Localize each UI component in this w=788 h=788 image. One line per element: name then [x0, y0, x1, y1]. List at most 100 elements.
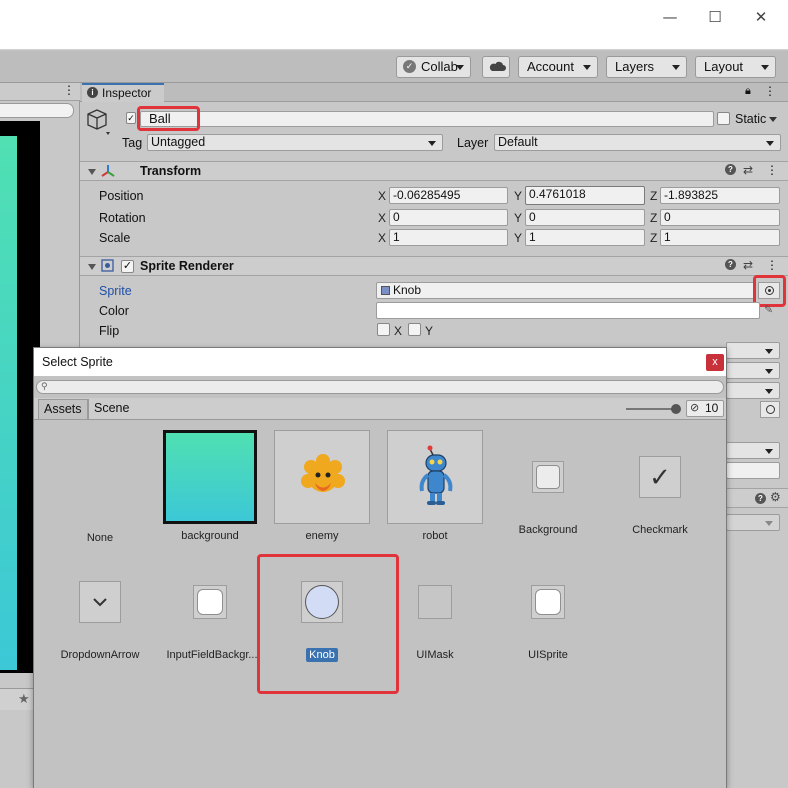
position-label: Position — [99, 189, 144, 203]
sprite-item-background-ui[interactable]: Background — [492, 430, 604, 536]
sprite-asset-icon — [381, 286, 390, 295]
scale-label: Scale — [99, 231, 131, 245]
static-label: Static — [735, 112, 767, 126]
hidden-picker-button[interactable] — [760, 401, 780, 418]
cloud-button[interactable] — [482, 56, 510, 78]
dialog-title: Select Sprite — [42, 355, 113, 369]
scale-y-field[interactable]: 1 — [525, 229, 645, 246]
axis-x-label: X — [378, 189, 387, 203]
minimize-icon[interactable]: — — [658, 6, 682, 28]
sprite-item-enemy[interactable]: enemy — [266, 430, 378, 542]
uimask-thumbnail — [418, 585, 452, 619]
sprite-item-label: background — [181, 530, 239, 542]
search-icon: ⚲ — [41, 381, 48, 391]
close-icon[interactable]: ✕ — [749, 6, 773, 28]
sprite-item-label: UISprite — [528, 649, 568, 661]
flip-y-checkbox[interactable] — [408, 323, 421, 336]
sprite-renderer-enabled-checkbox[interactable]: ✓ — [121, 260, 134, 273]
position-y-field[interactable]: 0.4761018 — [525, 186, 645, 205]
hidden-dropdown-1[interactable] — [726, 342, 780, 359]
sprite-item-none[interactable]: None — [44, 430, 156, 544]
sprite-search-input[interactable]: ⚲ — [36, 380, 724, 394]
flip-x-checkbox[interactable] — [377, 323, 390, 336]
presets-icon[interactable]: ⇄ — [743, 258, 753, 272]
color-field[interactable] — [376, 302, 760, 319]
sprite-item-label: robot — [422, 530, 448, 542]
sprite-item-dropdownarrow[interactable]: DropdownArrow — [44, 555, 156, 661]
flip-y-label: Y — [425, 324, 434, 338]
eyedropper-icon[interactable]: ✎ — [764, 303, 773, 316]
collab-button[interactable]: ✓ Collab — [396, 56, 471, 78]
presets-icon[interactable]: ⇄ — [743, 163, 753, 177]
sprite-item-checkmark[interactable]: ✓ Checkmark — [604, 430, 716, 536]
sprite-item-uisprite[interactable]: UISprite — [492, 555, 604, 661]
rotation-z-field[interactable]: 0 — [660, 209, 780, 226]
help-icon[interactable]: ? — [725, 164, 736, 175]
hidden-field[interactable] — [726, 462, 780, 479]
hidden-count: 10 — [705, 401, 719, 415]
scale-z-field[interactable]: 1 — [660, 229, 780, 246]
axis-z-label: Z — [650, 211, 658, 225]
maximize-icon[interactable]: ☐ — [703, 6, 727, 28]
hidden-dropdown-3[interactable] — [726, 382, 780, 399]
more-options-icon[interactable]: ⋮ — [766, 258, 778, 272]
cloud-icon — [489, 61, 506, 71]
target-icon — [766, 405, 775, 414]
scene-search-input[interactable] — [0, 103, 74, 118]
hidden-section-header: ? ⚙ — [726, 488, 788, 508]
tab-inspector[interactable]: i Inspector — [82, 83, 164, 102]
sprite-value: Knob — [393, 283, 422, 297]
dropdown-arrow-thumbnail — [79, 581, 121, 623]
help-icon[interactable]: ? — [725, 259, 736, 270]
hidden-count-badge[interactable]: ⊘ 10 — [686, 400, 724, 417]
layout-label: Layout — [704, 59, 744, 74]
tag-dropdown[interactable]: Untagged — [147, 134, 443, 151]
account-button[interactable]: Account — [518, 56, 598, 78]
inspector-header — [80, 83, 788, 102]
layer-dropdown[interactable]: Default — [494, 134, 781, 151]
more-options-icon[interactable]: ⋮ — [766, 163, 778, 177]
axis-y-label: Y — [514, 231, 523, 245]
hidden-dropdown-2[interactable] — [726, 362, 780, 379]
rotation-x-field[interactable]: 0 — [389, 209, 508, 226]
axis-y-label: Y — [514, 211, 523, 225]
sprite-item-uimask[interactable]: UIMask — [379, 555, 491, 661]
tab-scene[interactable]: Scene — [88, 399, 134, 419]
rotation-y-field[interactable]: 0 — [525, 209, 645, 226]
foldout-arrow-icon[interactable] — [88, 264, 96, 270]
sprite-renderer-icon — [101, 259, 114, 272]
sprite-item-label: None — [86, 532, 114, 544]
slider-handle[interactable] — [671, 404, 681, 414]
help-icon[interactable]: ? — [755, 493, 766, 504]
more-options-icon[interactable]: ⋮ — [764, 84, 776, 98]
position-x-field[interactable]: -0.06285495 — [389, 187, 508, 204]
name-field[interactable]: Ball — [140, 111, 714, 127]
robot-sprite-icon — [419, 445, 453, 505]
background-sprite-preview — [0, 136, 17, 670]
foldout-arrow-icon[interactable] — [88, 169, 96, 175]
dialog-close-button[interactable]: x — [706, 354, 724, 371]
active-checkbox[interactable]: ✓ — [126, 112, 136, 124]
layout-button[interactable]: Layout — [695, 56, 776, 78]
layers-label: Layers — [615, 59, 655, 74]
inspector-tab-label: Inspector — [102, 86, 152, 100]
layers-button[interactable]: Layers — [606, 56, 687, 78]
star-icon[interactable]: ★ — [18, 691, 30, 707]
lock-icon[interactable]: 🔒︎ — [745, 85, 751, 98]
sprite-item-robot[interactable]: robot — [379, 430, 491, 542]
hidden-dropdown-4[interactable] — [726, 442, 780, 459]
static-dropdown-icon[interactable] — [769, 117, 777, 122]
static-checkbox[interactable] — [717, 112, 730, 125]
more-options-icon[interactable]: ⋮ — [63, 83, 75, 97]
gear-icon[interactable]: ⚙ — [770, 490, 781, 504]
scale-x-field[interactable]: 1 — [389, 229, 508, 246]
color-label: Color — [99, 304, 129, 318]
position-z-field[interactable]: -1.893825 — [660, 187, 780, 204]
rotation-label: Rotation — [99, 211, 146, 225]
tab-assets[interactable]: Assets — [38, 399, 88, 419]
sprite-item-inputfieldbackground[interactable]: InputFieldBackgr... — [154, 555, 266, 661]
sprite-object-field[interactable]: Knob — [376, 282, 756, 299]
scene-panel-header: ⋮ — [0, 83, 80, 101]
uisprite-thumbnail — [531, 585, 565, 619]
sprite-item-background[interactable]: background — [154, 430, 266, 542]
